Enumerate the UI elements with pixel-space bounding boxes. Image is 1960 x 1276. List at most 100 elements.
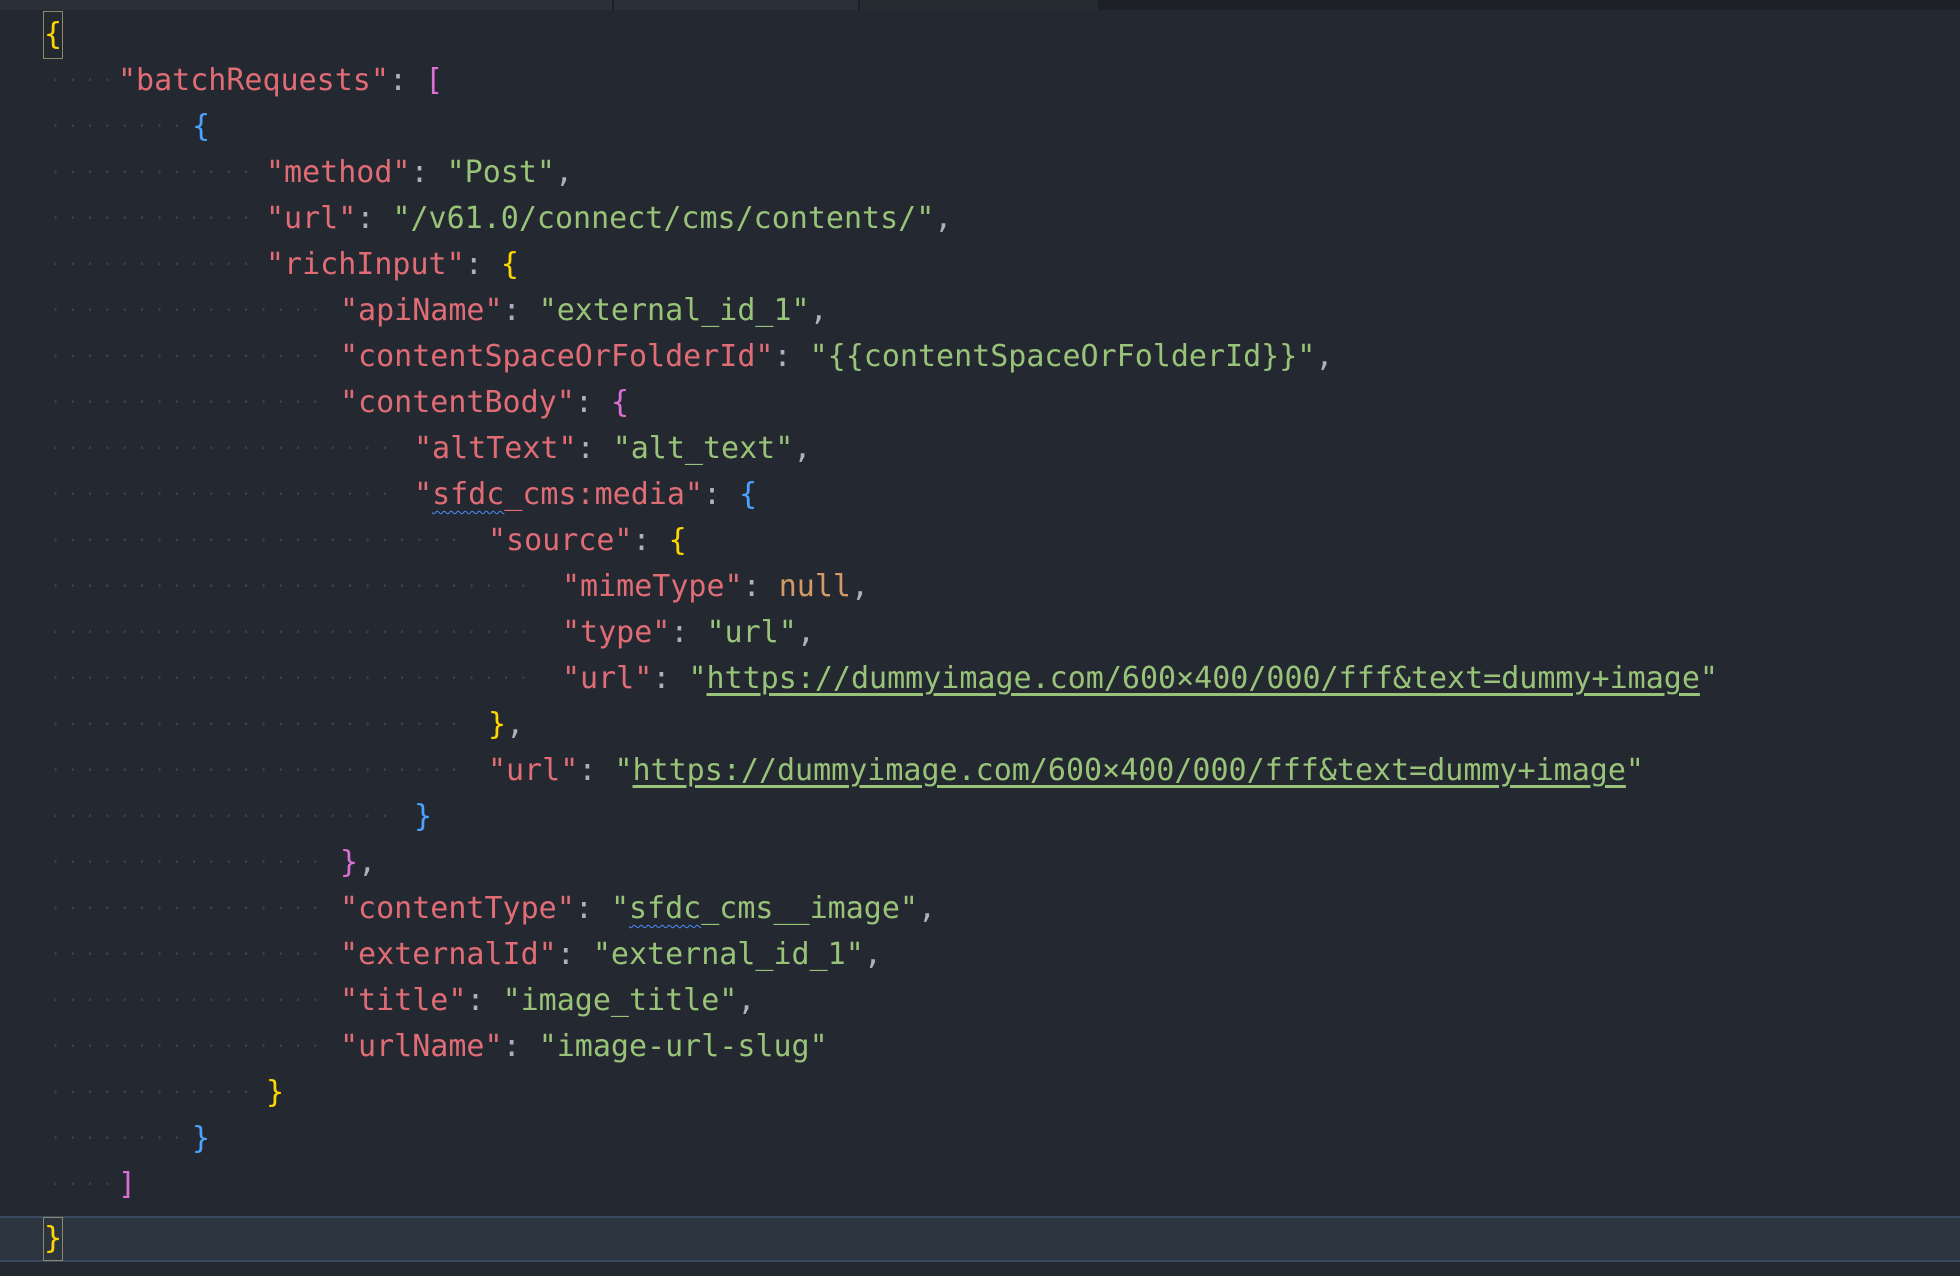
tab-bar [0,0,1960,10]
whitespace-dots: ········ [50,1128,189,1149]
whitespace-dots: ················ [50,898,328,919]
token-kw: null [778,569,851,604]
code-line[interactable]: ···························· "mimeType": … [0,564,1960,610]
code-text: "contentType": "sfdc_cms__image", [340,886,936,932]
code-text: "mimeType": null, [562,564,869,610]
token-punc: , [796,615,815,650]
code-area[interactable]: {···· "batchRequests": [········{········… [0,11,1960,1262]
token-key: "contentBody" [340,385,575,420]
code-line[interactable]: } [0,1216,1960,1262]
code-text: "externalId": "external_id_1", [340,932,882,978]
code-line[interactable]: ························ "source": { [0,518,1960,564]
code-text: "altText": "alt_text", [414,426,811,472]
code-line[interactable]: ························}, [0,702,1960,748]
token-b-magenta: } [340,845,359,880]
token-b-magenta: { [610,385,629,420]
code-line[interactable]: ················}, [0,840,1960,886]
token-b-yellow: } [488,707,507,742]
code-editor[interactable]: {···· "batchRequests": [········{········… [0,0,1960,1276]
editor-tab[interactable] [860,0,1098,10]
code-text: "sfdc_cms:media": { [414,472,757,518]
token-punc: : [670,615,707,650]
token-punc: , [737,983,756,1018]
whitespace-dots: ···························· [50,576,536,597]
token-key: "externalId" [340,937,557,972]
whitespace-dots: ············ [50,208,259,229]
code-text: "contentSpaceOrFolderId": "{{contentSpac… [340,334,1333,380]
token-punc: , [851,569,870,604]
token-punc: : [466,983,503,1018]
token-b-yellow: { [500,247,519,282]
code-text: } [266,1070,284,1116]
code-text: } [42,1217,64,1261]
token-b-yellow: { [42,11,64,59]
editor-tab[interactable] [614,0,858,10]
code-line[interactable]: ················ "contentType": "sfdc_cms… [0,886,1960,932]
code-line[interactable]: ···························· "url": "http… [0,656,1960,702]
token-key: "batchRequests" [118,63,389,98]
token-punc: : [356,201,393,236]
token-punc: : [574,891,611,926]
code-line[interactable]: ···················· "sfdc_cms:media": { [0,472,1960,518]
code-line[interactable]: ···················· "altText": "alt_text… [0,426,1960,472]
code-line[interactable]: ················ "urlName": "image-url-sl… [0,1024,1960,1070]
code-text: } [414,794,432,840]
code-line[interactable]: ············ "method": "Post", [0,150,1960,196]
code-text: "urlName": "image-url-slug" [340,1024,828,1070]
whitespace-dots: ············ [50,1082,259,1103]
whitespace-dots: ························ [50,760,467,781]
token-key: "richInput" [266,247,465,282]
token-punc: : [502,1029,539,1064]
token-key: "method" [266,155,411,190]
code-line[interactable]: ················ "contentBody": { [0,380,1960,426]
code-text: } [192,1116,210,1162]
code-line[interactable]: ············} [0,1070,1960,1116]
code-line[interactable]: ····] [0,1162,1960,1208]
editor-tab[interactable] [0,0,612,10]
token-str[interactable]: https://dummyimage.com/600×400/000/fff&t… [707,661,1700,696]
token-punc: : [388,63,426,98]
token-key: "contentSpaceOrFolderId" [340,339,774,374]
whitespace-dots: ················ [50,990,328,1011]
code-line[interactable]: ········} [0,1116,1960,1162]
code-line[interactable]: ················ "contentSpaceOrFolderId"… [0,334,1960,380]
token-b-blue: } [192,1121,211,1156]
code-line[interactable]: ···· "batchRequests": [ [0,58,1960,104]
code-line[interactable]: ····················} [0,794,1960,840]
whitespace-dots: ················ [50,1036,328,1057]
code-text: "apiName": "external_id_1", [340,288,828,334]
token-b-yellow: } [266,1075,285,1110]
code-line[interactable]: ················ "apiName": "external_id_… [0,288,1960,334]
code-line[interactable]: ···························· "type": "url… [0,610,1960,656]
token-str: "image_title" [502,983,738,1018]
token-key: " [414,477,433,512]
token-b-magenta: [ [425,63,444,98]
code-line[interactable]: ········{ [0,104,1960,150]
code-text: { [42,11,64,59]
token-str[interactable]: https://dummyimage.com/600×400/000/fff&t… [633,753,1626,788]
token-key: "url" [488,753,579,788]
whitespace-dots: ········ [50,116,189,137]
whitespace-dots: ···················· [50,438,397,459]
token-str: " [688,661,707,696]
token-str: "/v61.0/connect/cms/contents/" [392,201,935,236]
code-line[interactable]: { [0,11,1960,59]
code-line[interactable]: ················ "title": "image_title", [0,978,1960,1024]
token-key: sfdc [432,477,505,512]
code-line[interactable]: ············ "url": "/v61.0/connect/cms/c… [0,196,1960,242]
whitespace-dots: ···················· [50,484,397,505]
token-punc: : [464,247,501,282]
whitespace-dots: ················ [50,944,328,965]
code-text: "contentBody": { [340,380,629,426]
code-line[interactable]: ················ "externalId": "external_… [0,932,1960,978]
token-key: "type" [562,615,671,650]
code-text: "url": "https://dummyimage.com/600×400/0… [562,656,1718,702]
whitespace-dots: ···························· [50,622,536,643]
code-line[interactable]: ············ "richInput": { [0,242,1960,288]
code-text: }, [488,702,524,748]
token-key: "mimeType" [562,569,743,604]
code-line[interactable]: ························ "url": "https://… [0,748,1960,794]
code-text: "type": "url", [562,610,815,656]
code-text: "batchRequests": [ [118,58,443,104]
token-key: "contentType" [340,891,575,926]
